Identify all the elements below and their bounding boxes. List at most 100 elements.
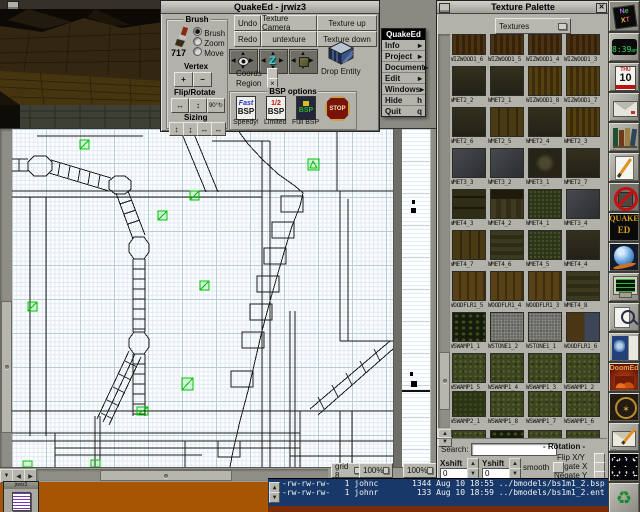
texture-tile[interactable] xyxy=(528,230,562,260)
full-bsp-button[interactable]: BSP xyxy=(296,96,316,120)
menu-item-edit[interactable]: Edit▸ xyxy=(382,73,425,84)
entity-marker[interactable] xyxy=(190,191,199,200)
texture-tile[interactable] xyxy=(452,189,486,219)
rotate-90-button[interactable]: 90°↻ xyxy=(207,98,225,113)
texture-tile[interactable] xyxy=(528,312,562,342)
menu-item-hide[interactable]: Hideh xyxy=(382,95,425,106)
entity-marker[interactable] xyxy=(308,159,319,170)
arrow-right-icon[interactable]: ▶ xyxy=(309,58,314,64)
texture-tile[interactable] xyxy=(566,430,600,438)
map-zoom-popup[interactable]: 100% xyxy=(359,463,393,478)
stop-bsp-button[interactable]: STOP xyxy=(325,96,350,121)
texture-tile[interactable] xyxy=(566,34,600,55)
z-zoom-popup[interactable]: 100% xyxy=(403,463,437,478)
palette-titlebar[interactable]: Texture Palette ✕ xyxy=(437,1,609,14)
z-marker-dot[interactable] xyxy=(411,208,416,213)
texture-tile[interactable] xyxy=(490,66,524,96)
terminal-window[interactable]: ▲ ▼ -rw-rw-rw- 1 johnc 1344 Aug 10 18:55… xyxy=(268,478,608,506)
texture-tile[interactable] xyxy=(566,230,600,260)
texture-tile[interactable] xyxy=(566,391,600,417)
dock-calendar[interactable]: THU 10 xyxy=(608,62,640,92)
texture-up-button[interactable]: Texture up xyxy=(317,15,377,31)
texture-tile[interactable] xyxy=(452,148,486,178)
size-taller-button[interactable]: ↨ xyxy=(183,122,198,136)
entity-marker[interactable] xyxy=(158,211,167,220)
menu-item-quit[interactable]: Quitq xyxy=(382,106,425,116)
texture-tile[interactable] xyxy=(566,271,600,301)
dock-id-emblem[interactable]: ✶ xyxy=(608,392,640,422)
entity-marker[interactable] xyxy=(91,460,100,467)
z-marker-dot[interactable] xyxy=(410,372,413,376)
texture-tile[interactable] xyxy=(452,107,486,137)
entity-marker[interactable] xyxy=(137,407,148,415)
dock-librarian-search[interactable]: ... xyxy=(608,302,640,332)
texture-tile[interactable] xyxy=(490,107,524,137)
size-narrower-button[interactable]: ↔ xyxy=(197,122,212,136)
untexture-button[interactable]: untexture xyxy=(261,31,317,47)
texture-tile[interactable] xyxy=(452,430,486,438)
texture-tile[interactable] xyxy=(528,34,562,55)
texture-tile[interactable] xyxy=(566,189,600,219)
dock-mail[interactable] xyxy=(608,92,640,122)
texture-tile[interactable] xyxy=(490,148,524,178)
flip-vertical-button[interactable]: ↕ xyxy=(189,98,207,113)
entity-nav-pad[interactable]: ▲ ▼ ◀ ▶ xyxy=(289,49,318,74)
texture-tile[interactable] xyxy=(528,66,562,96)
texture-tile[interactable] xyxy=(566,353,600,383)
dock-clock[interactable]: 8:39am xyxy=(608,32,640,62)
arrow-right-icon[interactable]: ▶ xyxy=(279,58,284,64)
texture-tile[interactable] xyxy=(528,107,562,137)
palette-vscrollbar[interactable] xyxy=(438,34,450,428)
texture-tile[interactable] xyxy=(528,430,562,438)
miniwindow-jrwiz[interactable]: jrwiz3 xyxy=(3,481,39,512)
dock-recycler[interactable]: ♻ xyxy=(608,482,640,512)
texture-tile[interactable] xyxy=(566,312,600,342)
texture-tile[interactable] xyxy=(528,353,562,383)
redo-button[interactable]: Redo xyxy=(234,31,261,47)
dock-no-smoking[interactable] xyxy=(608,182,640,212)
miniaturize-icon[interactable] xyxy=(439,3,450,13)
dock-doom-ed[interactable]: DoomEd xyxy=(608,362,640,392)
texture-tile[interactable] xyxy=(452,34,486,55)
texture-tile[interactable] xyxy=(566,66,600,96)
camera-titlebar[interactable] xyxy=(0,0,163,9)
size-wider-button[interactable]: ↔ xyxy=(211,122,226,136)
dock-terminal[interactable] xyxy=(608,272,640,302)
texture-tile[interactable] xyxy=(528,391,562,417)
texture-tile[interactable] xyxy=(490,312,524,342)
undo-button[interactable]: Undo xyxy=(234,15,261,31)
z-checker-strip[interactable] xyxy=(402,129,430,467)
zoom-radio[interactable] xyxy=(193,37,202,46)
palette-vscroll-thumb[interactable] xyxy=(439,352,450,410)
dock-edit[interactable] xyxy=(608,152,640,182)
texture-tile[interactable] xyxy=(452,353,486,383)
vertex-remove-button[interactable]: − xyxy=(193,72,212,87)
texture-tile[interactable] xyxy=(452,230,486,260)
arrow-left-icon[interactable]: ◀ xyxy=(261,58,266,64)
close-icon[interactable]: ✕ xyxy=(596,3,607,13)
dock-graphics-app[interactable] xyxy=(608,332,640,362)
vertex-add-button[interactable]: + xyxy=(174,72,193,87)
texture-tile[interactable] xyxy=(490,353,524,383)
texture-tile[interactable] xyxy=(490,271,524,301)
map-vscrollbar[interactable] xyxy=(0,129,12,467)
dock-compose-mail[interactable]: ... xyxy=(608,422,640,452)
camera-3d-view[interactable] xyxy=(0,9,163,128)
toolbar-titlebar[interactable]: QuakeEd - jrwiz3 xyxy=(161,1,379,14)
move-radio[interactable] xyxy=(193,47,202,56)
texture-tile[interactable] xyxy=(528,271,562,301)
entity-marker[interactable] xyxy=(80,140,89,149)
texture-tile[interactable] xyxy=(566,107,600,137)
entity-marker[interactable] xyxy=(28,302,37,311)
menu-item-windows[interactable]: Windows▸ xyxy=(382,84,425,95)
texture-tile[interactable] xyxy=(528,189,562,219)
entity-marker[interactable] xyxy=(182,378,193,390)
z-marker-dot[interactable] xyxy=(411,381,417,387)
map-canvas[interactable] xyxy=(12,129,393,467)
arrow-left-icon[interactable]: ◀ xyxy=(291,58,296,64)
texture-tile[interactable] xyxy=(490,34,524,55)
menu-item-document[interactable]: Document▸ xyxy=(382,62,425,73)
texture-tile[interactable] xyxy=(490,189,524,219)
texture-camera-button[interactable]: Texture Camera xyxy=(261,15,317,31)
half-bsp-button[interactable]: 1/2 BSP xyxy=(266,96,286,120)
